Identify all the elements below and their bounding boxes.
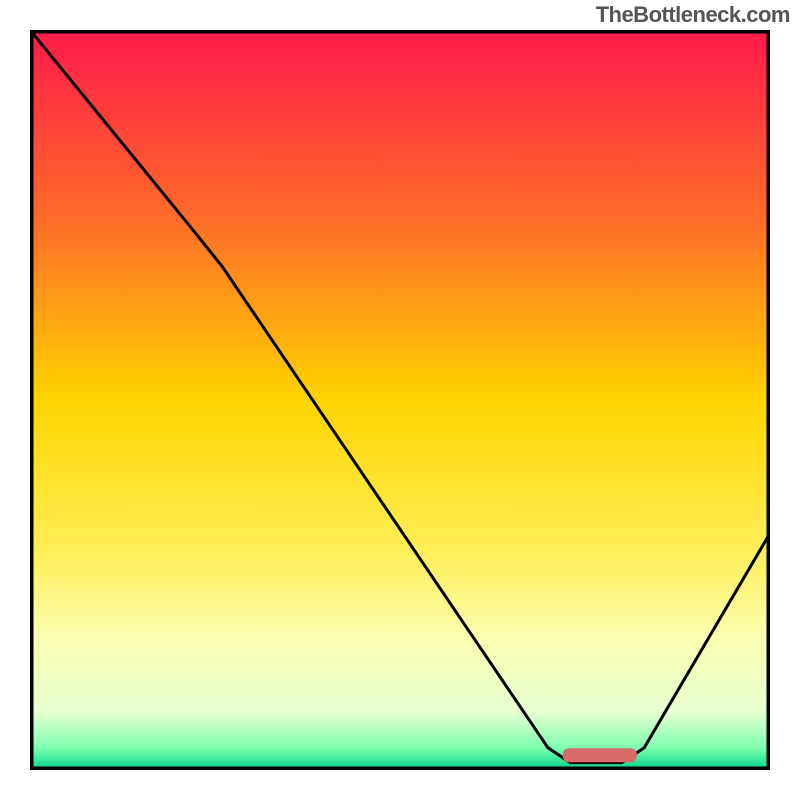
plot-background — [30, 30, 770, 770]
watermark-text: TheBottleneck.com — [596, 2, 790, 28]
optimal-marker — [563, 748, 637, 762]
bottleneck-chart — [30, 30, 770, 770]
